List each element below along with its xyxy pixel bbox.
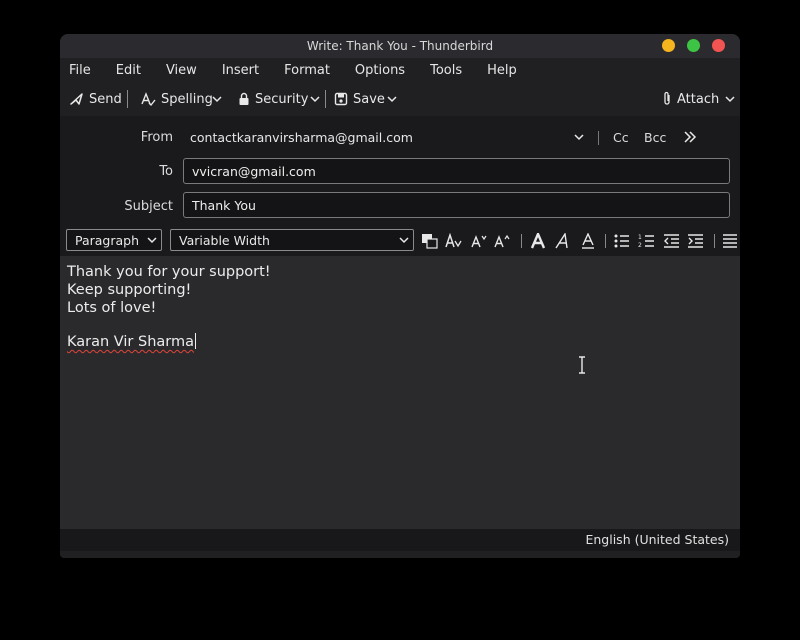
paragraph-format-select[interactable]: Paragraph [66, 229, 162, 251]
svg-text:2: 2 [638, 242, 642, 249]
send-button[interactable]: Send [70, 84, 122, 114]
to-recipient[interactable]: vvicran@gmail.com [192, 164, 316, 179]
menu-edit[interactable]: Edit [116, 63, 141, 78]
font-size-increase-icon[interactable] [493, 233, 511, 249]
chevron-down-icon [147, 237, 157, 244]
italic-icon[interactable] [554, 233, 572, 249]
from-select[interactable]: contactkaranvirsharma@gmail.com [190, 130, 413, 145]
subject-label: Subject [124, 199, 173, 214]
indent-icon[interactable] [687, 233, 705, 249]
send-icon [70, 93, 83, 105]
security-label: Security [255, 91, 309, 107]
menu-bar: File Edit View Insert Format Options Too… [60, 58, 740, 82]
send-label: Send [89, 91, 122, 107]
subject-field[interactable]: Thank You [183, 192, 730, 218]
maximize-button[interactable] [687, 39, 700, 52]
font-size-decrease-icon[interactable] [445, 233, 463, 249]
title-bar: Write: Thank You - Thunderbird [60, 34, 740, 58]
status-bar: English (United States) [60, 529, 740, 551]
cc-button[interactable]: Cc [613, 130, 629, 145]
spelling-button[interactable]: Spelling [141, 84, 213, 114]
toolbar-separator [605, 234, 606, 248]
security-button[interactable]: Security [238, 84, 308, 114]
text-color-icon[interactable] [421, 233, 439, 249]
attach-button[interactable]: Attach [662, 84, 719, 114]
menu-view[interactable]: View [166, 63, 197, 78]
window-bottom-edge [60, 551, 740, 558]
save-button[interactable]: Save [334, 84, 385, 114]
body-line: Lots of love! [67, 300, 157, 316]
minimize-button[interactable] [662, 39, 675, 52]
menu-help[interactable]: Help [487, 63, 517, 78]
double-chevron-right-icon[interactable] [683, 130, 697, 144]
chevron-down-icon [399, 237, 409, 244]
compose-window: Write: Thank You - Thunderbird File Edit… [60, 34, 740, 558]
font-value: Variable Width [179, 233, 270, 248]
to-label: To [159, 164, 173, 179]
toolbar-separator [521, 234, 522, 248]
header-separator [598, 131, 599, 145]
to-field[interactable]: vvicran@gmail.com [183, 158, 730, 184]
spelling-icon [141, 91, 156, 106]
numbered-list-icon[interactable]: 1 2 [638, 233, 656, 249]
chevron-down-icon[interactable] [386, 92, 398, 106]
outdent-icon[interactable] [663, 233, 681, 249]
bullet-list-icon[interactable] [613, 233, 631, 249]
svg-text:1: 1 [638, 234, 642, 241]
signature-text: Karan Vir Sharma [67, 334, 194, 350]
chevron-down-icon[interactable] [309, 92, 321, 106]
bold-icon[interactable] [530, 233, 548, 249]
menu-insert[interactable]: Insert [222, 63, 259, 78]
save-label: Save [353, 91, 385, 107]
toolbar-separator [714, 234, 715, 248]
spelling-label: Spelling [161, 91, 213, 107]
message-body-editor[interactable]: Thank you for your support! Keep support… [60, 256, 740, 529]
underline-icon[interactable] [579, 233, 597, 249]
signature-line: Karan Vir Sharma [67, 333, 196, 350]
align-icon[interactable] [722, 233, 738, 249]
subject-value[interactable]: Thank You [192, 198, 256, 213]
text-cursor-icon [579, 356, 585, 374]
formatting-toolbar: Paragraph Variable Width 1 2 [60, 226, 740, 256]
chevron-down-icon[interactable] [573, 133, 585, 143]
compose-toolbar: Send Spelling Security Save Attach [60, 84, 740, 114]
menu-format[interactable]: Format [284, 63, 330, 78]
font-size-decrease-icon[interactable] [470, 233, 488, 249]
paperclip-icon [664, 91, 670, 105]
body-line: Keep supporting! [67, 282, 192, 298]
menu-tools[interactable]: Tools [430, 63, 462, 78]
attach-label: Attach [677, 91, 720, 107]
lock-icon [239, 92, 249, 105]
body-line: Thank you for your support! [67, 264, 271, 280]
bcc-button[interactable]: Bcc [644, 130, 666, 145]
toolbar-separator [127, 90, 128, 108]
message-headers: From contactkaranvirsharma@gmail.com Cc … [60, 116, 740, 226]
text-caret [194, 333, 196, 349]
font-select[interactable]: Variable Width [170, 229, 414, 251]
save-icon [334, 92, 348, 106]
window-title: Write: Thank You - Thunderbird [306, 39, 494, 53]
toolbar-separator [325, 90, 326, 108]
chevron-down-icon[interactable] [724, 92, 736, 106]
menu-options[interactable]: Options [355, 63, 405, 78]
menu-file[interactable]: File [69, 63, 91, 78]
language-indicator[interactable]: English (United States) [585, 532, 729, 547]
chevron-down-icon[interactable] [211, 92, 223, 106]
paragraph-format-value: Paragraph [75, 233, 140, 248]
from-label: From [140, 130, 173, 145]
close-button[interactable] [712, 39, 725, 52]
